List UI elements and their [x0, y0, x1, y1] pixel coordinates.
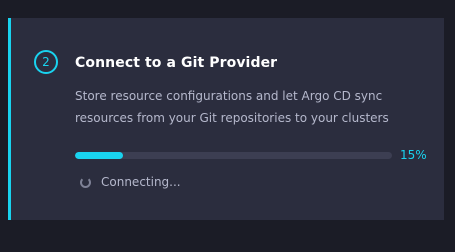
step-number-badge: 2 [34, 50, 58, 74]
progress-bar [75, 152, 392, 159]
spinner-icon [80, 177, 91, 188]
progress-percentage: 15% [400, 148, 427, 162]
status-text: Connecting... [101, 175, 181, 189]
step-title: Connect to a Git Provider [75, 55, 278, 71]
progress-bar-fill [75, 152, 123, 159]
setup-step-card: 2 Connect to a Git Provider Store resour… [8, 18, 444, 220]
step-description: Store resource configurations and let Ar… [75, 89, 389, 125]
